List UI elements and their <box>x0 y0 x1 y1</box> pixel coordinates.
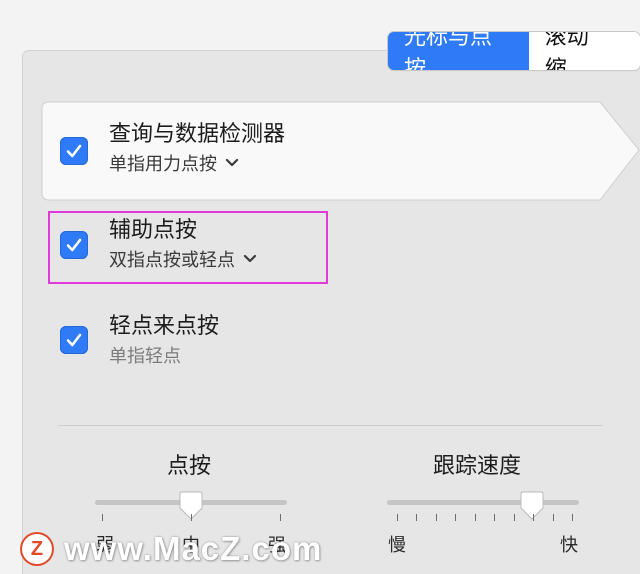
tracking-slider-tick <box>474 514 476 521</box>
lookup-gesture-label: 单指用力点按 <box>109 154 217 175</box>
tracking-slider-track[interactable] <box>387 500 579 505</box>
checkmark-icon <box>66 144 82 158</box>
tracking-slider-tick <box>416 514 418 521</box>
tap-to-click-title: 轻点来点按 <box>109 314 220 339</box>
tracking-slider-tick <box>533 514 535 521</box>
section-divider <box>58 425 603 426</box>
tracking-slider-label-fast: 快 <box>560 535 578 556</box>
tab-scroll-zoom[interactable]: 滚动缩 <box>528 32 640 70</box>
click-slider-tick <box>102 514 103 521</box>
click-slider-tick <box>191 514 192 521</box>
tracking-slider-tick <box>397 514 398 521</box>
tracking-slider-tick <box>435 514 437 521</box>
tracking-slider-tick <box>455 514 457 521</box>
watermark-logo: Z <box>22 534 52 564</box>
tracking-slider-tick <box>513 514 515 521</box>
tracking-slider-title: 跟踪速度 <box>433 454 522 479</box>
tracking-slider-tick <box>552 514 554 521</box>
tracking-slider-tick <box>572 514 573 521</box>
tab-bar: 光标与点按 滚动缩 <box>388 32 640 70</box>
watermark: Z www.MacZ.com <box>22 530 322 568</box>
checkmark-icon <box>66 333 82 347</box>
lookup-checkbox[interactable] <box>60 137 88 165</box>
tab-point-and-click[interactable]: 光标与点按 <box>388 32 529 70</box>
lookup-title: 查询与数据检测器 <box>109 122 286 147</box>
tap-to-click-gesture-label: 单指轻点 <box>109 346 181 367</box>
chevron-down-icon <box>225 158 239 167</box>
click-slider-title: 点按 <box>167 454 212 479</box>
lookup-gesture-dropdown[interactable]: 单指用力点按 <box>109 150 239 176</box>
tracking-slider-knob[interactable] <box>520 491 544 521</box>
watermark-text: www.MacZ.com <box>64 530 323 567</box>
click-slider-tick <box>280 514 281 521</box>
annotation-highlight-box <box>48 211 328 284</box>
tracking-slider-tick <box>494 514 496 521</box>
tracking-slider-label-slow: 慢 <box>388 535 406 556</box>
tap-to-click-checkbox[interactable] <box>60 326 88 354</box>
